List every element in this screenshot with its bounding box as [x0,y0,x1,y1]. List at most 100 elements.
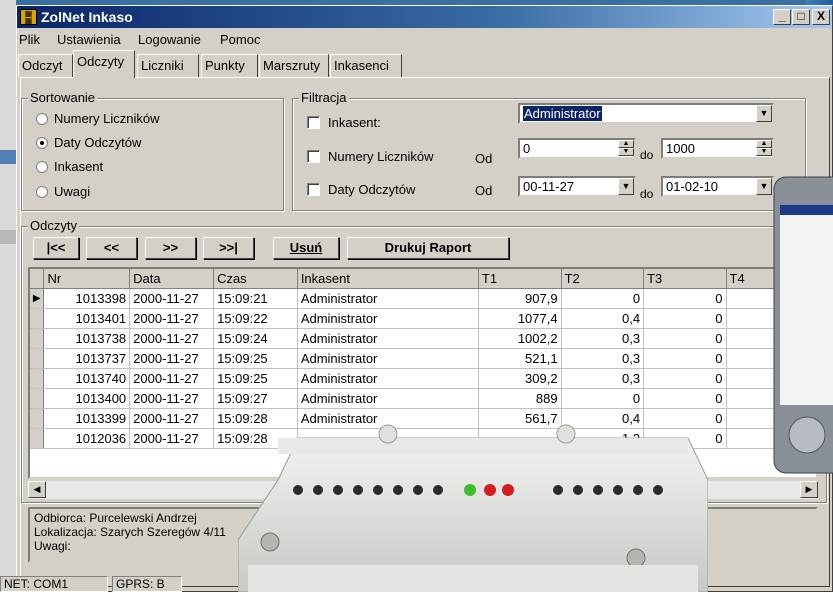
table-row[interactable]: ▶ 1013398 2000-11-27 15:09:21 Administrator 9… [30,288,816,309]
chevron-down-icon[interactable]: ▼ [756,178,772,195]
tab-odczyty[interactable]: Odczyty [73,50,135,78]
tab-marszruty[interactable]: Marszruty [259,54,329,77]
table-cell: 15:09:24 [213,328,298,349]
sort-option-daty[interactable]: Daty Odczytów [36,135,141,150]
table-cell: 0 [643,388,727,409]
last-record-button[interactable]: >>| [203,237,254,259]
numery-od-label: Od [475,151,493,166]
column-header[interactable]: T2 [561,269,645,289]
table-row[interactable]: 1013400 2000-11-27 15:09:27 Administrator 88… [30,388,816,409]
daty-od-label: Od [475,183,493,198]
spin-up-icon[interactable]: ▲ [618,140,634,148]
chevron-down-icon[interactable]: ▼ [618,178,634,195]
numery-do-label: do [640,148,654,162]
sort-option-uwagi[interactable]: Uwagi [36,184,90,199]
table-cell: 1002,2 [478,328,562,349]
table-cell: Administrator [297,308,479,329]
row-indicator [30,328,45,349]
sort-option-inkasent[interactable]: Inkasent [36,159,103,174]
checkbox-icon [307,183,320,196]
prev-record-button[interactable]: << [86,237,137,259]
table-cell: 2000-11-27 [129,308,215,329]
column-header[interactable]: T3 [643,269,727,289]
print-report-button[interactable]: Drukuj Raport [347,237,509,259]
radio-selected-icon [36,137,48,149]
table-cell: 0 [643,348,727,369]
table-cell: 1013398 [43,288,131,309]
tab-punkty[interactable]: Punkty [201,54,258,77]
checkbox-icon [307,150,320,163]
table-cell: 15:09:25 [213,368,298,389]
row-indicator [30,388,45,409]
spin-down-icon[interactable]: ▼ [618,148,634,156]
spin-up-icon[interactable]: ▲ [756,140,772,148]
radio-icon [36,161,48,173]
menu-ustawienia[interactable]: Ustawienia [57,32,121,47]
column-header[interactable]: Data [129,269,215,289]
background-stripe [0,230,16,244]
row-indicator [30,368,45,389]
table-cell: 15:09:25 [213,348,298,369]
table-cell: 0,4 [561,308,645,329]
column-header[interactable]: Inkasent [297,269,479,289]
table-cell: 0 [643,368,727,389]
numery-from-field[interactable]: 0 ▲ ▼ [518,138,636,159]
tab-liczniki[interactable]: Liczniki [137,54,199,77]
tab-inkasenci[interactable]: Inkasenci [330,54,402,77]
sort-option-numery[interactable]: Numery Liczników [36,111,159,126]
daty-from-field[interactable]: 00-11-27 ▼ [518,176,636,197]
table-row[interactable]: 1013737 2000-11-27 15:09:25 Administrator 52… [30,348,816,369]
scroll-left-icon[interactable]: ◀ [28,481,46,498]
table-cell: 1013399 [43,408,131,429]
column-header[interactable]: Czas [213,269,298,289]
table-cell: 1077,4 [478,308,562,329]
close-button[interactable]: X [812,9,830,25]
filter-numery[interactable]: Numery Liczników [307,149,433,164]
scroll-right-icon[interactable]: ▶ [800,481,818,498]
table-cell: Administrator [297,388,479,409]
delete-button[interactable]: Usuń [273,237,339,259]
row-indicator [30,408,45,429]
row-indicator [30,348,45,369]
table-cell: 2000-11-27 [129,288,215,309]
menu-plik[interactable]: Plik [19,32,40,47]
table-row[interactable]: 1013401 2000-11-27 15:09:22 Administrator 10… [30,308,816,329]
column-header[interactable]: T1 [478,269,562,289]
table-header: Nr Data Czas Inkasent T1 T2 T3 T4 [30,269,816,289]
daty-to-field[interactable]: 01-02-10 ▼ [661,176,774,197]
table-cell: 15:09:22 [213,308,298,329]
title-bar[interactable]: ▦ ▦ ZolNet Inkaso _ □ X [17,6,832,28]
next-record-button[interactable]: >> [145,237,196,259]
column-header[interactable]: Nr [43,269,131,289]
table-cell: 2000-11-27 [129,388,215,409]
table-cell: 0 [561,388,645,409]
table-row[interactable]: 1013738 2000-11-27 15:09:24 Administrator 10… [30,328,816,349]
table-cell: 0 [643,288,727,309]
sort-group: Sortowanie Numery Liczników Daty Odczytó… [21,90,284,211]
background-stripe [0,150,16,164]
row-indicator [30,308,45,329]
table-row[interactable]: 1013740 2000-11-27 15:09:25 Administrator 30… [30,368,816,389]
table-cell: 15:09:21 [213,288,298,309]
spin-down-icon[interactable]: ▼ [756,148,772,156]
table-cell: 1013401 [43,308,131,329]
chevron-down-icon[interactable]: ▼ [756,105,772,122]
maximize-button[interactable]: □ [792,9,810,25]
table-cell: 0 [643,308,727,329]
table-cell: 2000-11-27 [129,368,215,389]
inkasent-combo[interactable]: Administrator ▼ [518,103,774,124]
table-cell: 1013738 [43,328,131,349]
tab-odczyt[interactable]: Odczyt [18,54,73,77]
status-gprs: GPRS: B [112,576,182,592]
table-cell: 2000-11-27 [129,328,215,349]
filter-daty[interactable]: Daty Odczytów [307,182,415,197]
first-record-button[interactable]: |<< [33,237,79,259]
numery-to-field[interactable]: 1000 ▲ ▼ [661,138,774,159]
menu-pomoc[interactable]: Pomoc [220,32,260,47]
table-cell: 309,2 [478,368,562,389]
daty-do-label: do [640,187,654,201]
minimize-button[interactable]: _ [773,9,791,25]
filter-inkasent[interactable]: Inkasent: [307,115,381,130]
menu-logowanie[interactable]: Logowanie [138,32,201,47]
sort-title: Sortowanie [28,90,98,105]
